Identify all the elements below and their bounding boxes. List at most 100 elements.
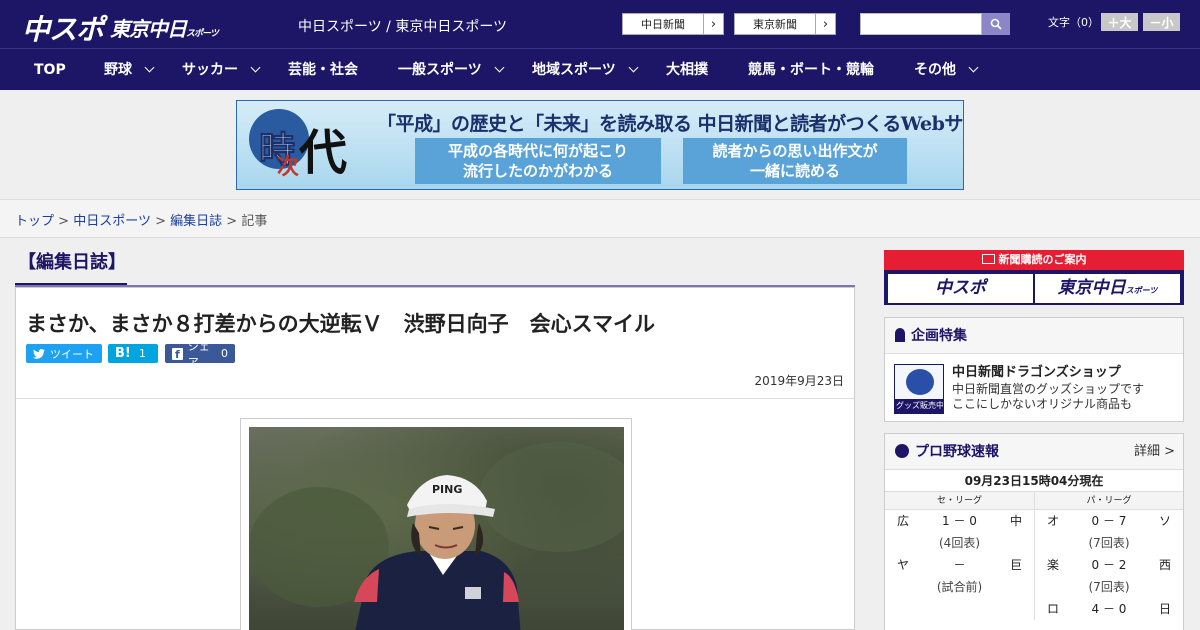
nav-item-keiba[interactable]: 競馬・ボート・競輪 (748, 49, 874, 91)
team-home: ロ (1047, 602, 1060, 616)
team-away: 巨 (1009, 558, 1022, 572)
main-nav: TOP 野球 サッカー 芸能・社会 一般スポーツ 地域スポーツ 大相撲 競馬・ボ… (0, 48, 1200, 90)
breadcrumb: トップ > 中日スポーツ > 編集日誌 > 記事 (0, 200, 1200, 238)
chunichi-shimbun-label: 中日新聞 (641, 18, 685, 31)
font-bigger-button[interactable]: ＋大 (1101, 13, 1138, 31)
banner-box-1-line: 流行したのかがわかる (462, 162, 613, 180)
breadcrumb-separator: > (58, 214, 70, 229)
hatena-bookmark-button[interactable]: B! 1 (108, 344, 158, 363)
game-row[interactable]: 楽 0 － 2 西 (1035, 554, 1183, 576)
facebook-count: 0 (221, 347, 228, 360)
cap-logo-text: PING (432, 483, 462, 496)
facebook-share-label: シェア (187, 339, 210, 369)
tokyo-shimbun-button[interactable]: 東京新聞 › (734, 13, 836, 35)
game-score: 4 － 0 (1091, 602, 1127, 616)
breadcrumb-separator: > (155, 214, 166, 229)
game-status: (試合前) (936, 580, 983, 594)
chevron-down-icon (494, 62, 505, 73)
article-photo-frame: PING (240, 418, 632, 630)
mascot-face (906, 369, 934, 395)
game-row[interactable]: ロ 4 － 0 日 (1035, 598, 1183, 620)
banner-box-2: 読者からの思い出作文が 一緒に読める (683, 138, 907, 184)
chevron-down-icon (250, 62, 261, 73)
subscribe-tokyo-chunichi-button[interactable]: 東京中日スポーツ (1035, 274, 1180, 303)
tokyo-chunichi-logo[interactable]: 東京中日スポーツ (110, 13, 219, 42)
nav-item-label: 芸能・社会 (288, 62, 358, 78)
breadcrumb-link-editorial-diary[interactable]: 編集日誌 (170, 214, 222, 229)
banner-box-2-line: 読者からの思い出作文が (712, 142, 878, 160)
search-input[interactable] (860, 13, 982, 35)
tweet-label: ツイート (50, 347, 94, 361)
chevron-down-icon (968, 62, 979, 73)
nav-item-label: 大相撲 (666, 62, 708, 78)
article-date: 2019年9月23日 (754, 374, 844, 388)
feature-panel: 企画特集 グッズ販売中 中日新聞ドラゴンズショップ 中日新聞直営のグッズショップ… (884, 317, 1184, 422)
nav-item-label: 競馬・ボート・競輪 (748, 62, 874, 78)
game-status: (4回表) (939, 536, 980, 550)
chuspo-logo[interactable]: 中スポ (22, 8, 104, 48)
banner-logo: 時 次 代 (243, 107, 347, 183)
article-card: まさか、まさか８打差からの大逆転Ｖ 渋野日向子 会心スマイル ツイート B! 1… (15, 287, 855, 630)
nav-item-other[interactable]: その他 (914, 49, 979, 91)
ad-area: 時 次 代 「平成」の歴史と「未来」を読み取る 中日新聞と読者がつくるWebサイ… (0, 90, 1200, 200)
font-smaller-button[interactable]: －小 (1143, 13, 1180, 31)
subscription-box: 新聞購読のご案内 中スポ 東京中日スポーツ (884, 250, 1184, 305)
baseball-detail-link[interactable]: 詳細 > (1134, 434, 1175, 470)
nav-item-sumo[interactable]: 大相撲 (666, 49, 708, 91)
team-home: 広 (897, 514, 910, 528)
shop-description: 中日新聞直営のグッズショップです ここにしかないオリジナル商品も (952, 382, 1144, 412)
nav-item-entertainment[interactable]: 芸能・社会 (288, 49, 358, 91)
breadcrumb-link-top[interactable]: トップ (15, 214, 54, 229)
site-header: 中スポ 東京中日スポーツ 中日スポーツ / 東京中日スポーツ 中日新聞 › 東京… (0, 0, 1200, 48)
league-label: セ・リーグ (885, 492, 1034, 510)
team-home: オ (1047, 514, 1060, 528)
team-away: 日 (1158, 602, 1171, 616)
search-icon (990, 18, 1002, 30)
league-label: パ・リーグ (1035, 492, 1183, 510)
pacific-league-column: パ・リーグ オ 0 － 7 ソ (7回表) 楽 0 － 2 西 (7回表) ロ … (1034, 492, 1183, 620)
game-score: 1 － 0 (942, 514, 977, 528)
search-form (860, 13, 1010, 35)
dragons-shop-image[interactable]: グッズ販売中 (894, 364, 944, 414)
nav-item-baseball[interactable]: 野球 (104, 49, 155, 91)
nav-item-soccer[interactable]: サッカー (182, 49, 261, 91)
nav-item-top[interactable]: TOP (34, 49, 66, 91)
baseball-icon (895, 444, 909, 458)
subscribe-tokyo-chunichi-small: スポーツ (1125, 286, 1158, 295)
nav-item-regional-sports[interactable]: 地域スポーツ (532, 49, 639, 91)
shop-badge: グッズ販売中 (895, 399, 943, 413)
game-status: (7回表) (1088, 580, 1130, 594)
game-row[interactable]: オ 0 － 7 ソ (1035, 510, 1183, 532)
newspaper-icon (981, 254, 995, 264)
team-home: ヤ (897, 558, 910, 572)
feature-heading: 企画特集 (885, 318, 1183, 354)
nav-item-label: TOP (34, 62, 66, 78)
central-league-column: セ・リーグ 広 1 － 0 中 (4回表) ヤ － 巨 (試合前) (885, 492, 1034, 620)
nav-item-label: 野球 (104, 62, 132, 78)
article-photo[interactable]: PING (249, 427, 624, 630)
banner-box-1: 平成の各時代に何が起こり 流行したのかがわかる (415, 138, 661, 184)
tweet-button[interactable]: ツイート (26, 344, 102, 363)
site-links[interactable]: 中日スポーツ / 東京中日スポーツ (298, 16, 507, 36)
nav-item-label: サッカー (182, 62, 238, 78)
jidai-banner[interactable]: 時 次 代 「平成」の歴史と「未来」を読み取る 中日新聞と読者がつくるWebサイ… (236, 100, 964, 190)
subscribe-chuspo-button[interactable]: 中スポ (888, 274, 1033, 303)
game-row[interactable]: 広 1 － 0 中 (885, 510, 1034, 532)
nav-item-label: その他 (914, 62, 956, 78)
game-row[interactable]: ヤ － 巨 (885, 554, 1034, 576)
category-title: 【編集日誌】 (15, 248, 127, 286)
score-columns: セ・リーグ 広 1 － 0 中 (4回表) ヤ － 巨 (試合前) パ・リーグ … (885, 492, 1183, 620)
shop-title[interactable]: 中日新聞ドラゴンズショップ (952, 361, 1121, 380)
subscribe-tokyo-chunichi-text: 東京中日 (1057, 278, 1126, 298)
subscription-heading-text: 新聞購読のご案内 (998, 253, 1087, 266)
breadcrumb-link-chunichi-sports[interactable]: 中日スポーツ (73, 214, 151, 229)
nav-item-general-sports[interactable]: 一般スポーツ (398, 49, 505, 91)
search-button[interactable] (982, 13, 1010, 35)
nav-item-label: 地域スポーツ (532, 62, 616, 78)
font-size-label: 文字（0） (1048, 16, 1099, 29)
facebook-share-button[interactable]: f シェア 0 (165, 340, 235, 369)
chunichi-shimbun-button[interactable]: 中日新聞 › (622, 13, 724, 35)
article-divider (16, 398, 854, 399)
hatena-b-icon: B! (115, 346, 131, 361)
banner-box-1-line: 平成の各時代に何が起こり (447, 142, 628, 160)
